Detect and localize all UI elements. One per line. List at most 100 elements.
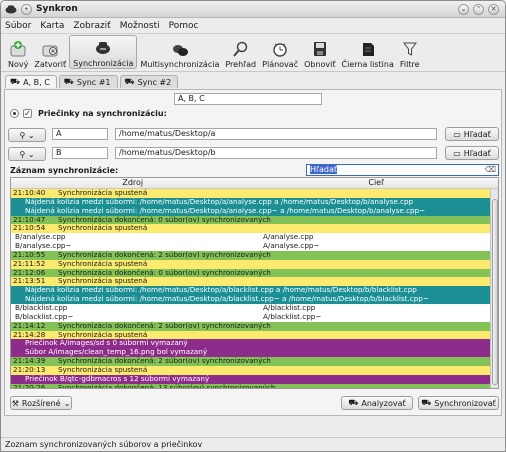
analyse-icon: ⛟ — [348, 398, 359, 407]
log-search-input[interactable]: Hľadať ⌫ — [306, 164, 499, 176]
synchronize-button[interactable]: ⛟ Synchronizovať — [418, 396, 499, 410]
column-source[interactable]: Zdroj — [11, 178, 255, 188]
menu-bar: Súbor Karta Zobraziť Možnosti Pomoc — [1, 18, 505, 34]
window-menu-button[interactable]: • — [21, 3, 32, 15]
folder-a-path-input[interactable]: /home/matus/Desktop/a — [115, 128, 437, 140]
log-row[interactable]: 21:13:51 Synchronizácia spustená — [11, 277, 490, 287]
log-row[interactable]: Priečinok A/images/sd s 0 súbormi vymaza… — [11, 339, 490, 349]
log-row[interactable]: 21:14:28 Synchronizácia spustená — [11, 330, 490, 340]
advanced-button[interactable]: ⚒ Rozšírené ⌄ — [10, 396, 72, 410]
close-tab-button[interactable]: Zatvoriť — [31, 35, 69, 69]
tab-abc[interactable]: ⛟ A, B, C — [5, 75, 57, 88]
multisync-icon — [172, 45, 188, 56]
log-time: 21:20:26 — [13, 383, 46, 389]
log-message: Priečinok A/images/sd s 0 súbormi vymaza… — [25, 339, 188, 348]
folder-a-menu-button[interactable]: ⚲ ⌄ — [8, 128, 46, 142]
log-message: Nájdená kolízia medzi súbormi: /home/mat… — [25, 197, 414, 206]
filters-button[interactable]: Filtre — [397, 35, 423, 69]
toolbar: Nový Zatvoriť Synchronizácia Multisynchr… — [1, 34, 505, 72]
new-button[interactable]: Nový — [5, 35, 31, 69]
log-row[interactable]: 21:20:13 Synchronizácia spustená — [11, 365, 490, 375]
log-time: 21:10:40 — [13, 189, 46, 197]
menu-file[interactable]: Súbor — [5, 21, 31, 31]
log-time — [13, 286, 25, 295]
browse-button[interactable]: Prehľad — [222, 35, 259, 69]
log-destination-cell: A/blacklist.cpp~ — [263, 312, 322, 321]
log-row[interactable]: 21:12:06 Synchronizácia dokončená: 0 súbo… — [11, 268, 490, 278]
tab-bar: ⛟ A, B, C ⛟ Sync #1 ⛟ Sync #2 — [1, 74, 505, 88]
sync-icon: ⛟ — [124, 77, 135, 86]
log-time: 21:11:52 — [13, 259, 46, 268]
log-row[interactable]: 21:10:47 Synchronizácia dokončená: 0 súbo… — [11, 215, 490, 225]
log-row[interactable]: Nájdená kolízia medzi súbormi: /home/mat… — [11, 286, 490, 296]
menu-help[interactable]: Pomoc — [169, 21, 199, 31]
log-message: Nájdená kolízia medzi súbormi: /home/mat… — [25, 206, 426, 215]
scheduler-button[interactable]: Plánovač — [259, 35, 301, 69]
log-label: Záznam synchronizácie: — [10, 166, 119, 175]
tab-name-input[interactable]: A, B, C — [174, 93, 322, 105]
log-row[interactable]: 21:14:12 Synchronizácia dokončená: 2 súbo… — [11, 321, 490, 331]
tab-sync-2[interactable]: ⛟ Sync #2 — [119, 75, 179, 88]
log-message: Synchronizácia spustená — [58, 365, 148, 374]
log-time: 21:12:06 — [13, 268, 46, 277]
log-message: Synchronizácia spustená — [58, 189, 148, 197]
log-row[interactable]: 21:11:52 Synchronizácia spustená — [11, 259, 490, 269]
folders-header: ✓ Priečinky na synchronizáciu: — [10, 109, 167, 118]
log-time: 21:14:28 — [13, 330, 46, 339]
folder-b-name-input[interactable]: B — [52, 147, 108, 159]
clear-search-icon[interactable]: ⌫ — [485, 165, 496, 175]
close-button[interactable]: ✕ — [488, 4, 499, 15]
log-row[interactable]: 21:10:55 Synchronizácia dokončená: 2 súbo… — [11, 250, 490, 260]
log-destination-cell: A/blacklist.cpp — [263, 303, 316, 312]
log-row[interactable]: B/blacklist.cpp A/blacklist.cpp — [11, 303, 490, 313]
restore-button[interactable]: Obnoviť — [301, 35, 338, 69]
menu-view[interactable]: Zobraziť — [73, 21, 110, 31]
folders-checkbox[interactable]: ✓ — [23, 109, 32, 118]
blacklist-button[interactable]: Čierna listina — [339, 35, 397, 69]
log-row[interactable]: Nájdená kolízia medzi súbormi: /home/mat… — [11, 295, 490, 304]
log-row[interactable]: 21:10:40 Synchronizácia spustená — [11, 189, 490, 198]
status-bar: Zoznam synchronizovaných súborov a prieč… — [1, 437, 505, 451]
folder-b-path-input[interactable]: /home/matus/Desktop/b — [115, 147, 437, 159]
sync-log-table: Zdroj Cieľ 21:10:40 Synchronizácia spuste… — [10, 177, 499, 389]
multisync-button[interactable]: Multisynchronizácia — [137, 35, 222, 69]
main-window: • Synkron ⌄ ⌃ ✕ Súbor Karta Zobraziť Mož… — [0, 0, 506, 452]
filter-icon — [402, 42, 417, 56]
log-row[interactable]: Súbor A/images/clean_temp_16.png bol vym… — [11, 348, 490, 358]
analyse-button[interactable]: ⛟ Analyzovať — [341, 396, 413, 410]
log-row[interactable]: Nájdená kolízia medzi súbormi: /home/mat… — [11, 197, 490, 207]
log-row[interactable]: Nájdená kolízia medzi súbormi: /home/mat… — [11, 206, 490, 216]
log-time: 21:10:55 — [13, 250, 46, 259]
log-message: Synchronizácia dokončená: 2 súbor(ov) sy… — [58, 357, 271, 366]
log-message: Synchronizácia spustená — [58, 259, 148, 268]
menu-tab[interactable]: Karta — [40, 21, 64, 31]
log-row[interactable]: B/analyse.cpp A/analyse.cpp — [11, 233, 490, 243]
log-time: 21:10:47 — [13, 215, 46, 224]
folder-b-browse-button[interactable]: ▭ Hľadať — [445, 146, 499, 160]
log-time — [13, 375, 25, 384]
log-time — [13, 339, 25, 348]
log-row[interactable]: B/analyse.cpp~ A/analyse.cpp~ — [11, 242, 490, 251]
log-row[interactable]: 21:20:26 Synchronizácia dokončená: 13 súb… — [11, 383, 490, 389]
log-source-cell: B/blacklist.cpp — [15, 303, 68, 312]
synchronization-button[interactable]: Synchronizácia — [69, 35, 138, 69]
log-row[interactable]: 21:10:54 Synchronizácia spustená — [11, 224, 490, 234]
tab-sync-1[interactable]: ⛟ Sync #1 — [58, 75, 118, 88]
log-scrollbar[interactable] — [490, 189, 498, 388]
folder-a-name-input[interactable]: A — [52, 128, 108, 140]
minimize-button[interactable]: ⌄ — [458, 4, 469, 15]
folders-radio[interactable] — [10, 109, 19, 118]
log-row[interactable]: Priečinok B/qtc-gdbmacros s 12 súbormi v… — [11, 374, 490, 384]
folder-a-browse-button[interactable]: ▭ Hľadať — [445, 127, 499, 141]
folder-b-menu-button[interactable]: ⚲ ⌄ — [8, 147, 46, 161]
folders-label: Priečinky na synchronizáciu: — [38, 109, 167, 118]
folder-icon: ▭ — [453, 129, 461, 139]
wrench-icon: ⚒ — [11, 398, 19, 408]
log-row[interactable]: B/blacklist.cpp~ A/blacklist.cpp~ — [11, 312, 490, 322]
menu-options[interactable]: Možnosti — [120, 21, 160, 31]
scrollbar-thumb[interactable] — [492, 199, 498, 385]
column-destination[interactable]: Cieľ — [255, 178, 499, 188]
log-row[interactable]: 21:14:39 Synchronizácia dokončená: 2 súbo… — [11, 357, 490, 366]
app-icon — [5, 5, 17, 13]
maximize-button[interactable]: ⌃ — [473, 4, 484, 15]
